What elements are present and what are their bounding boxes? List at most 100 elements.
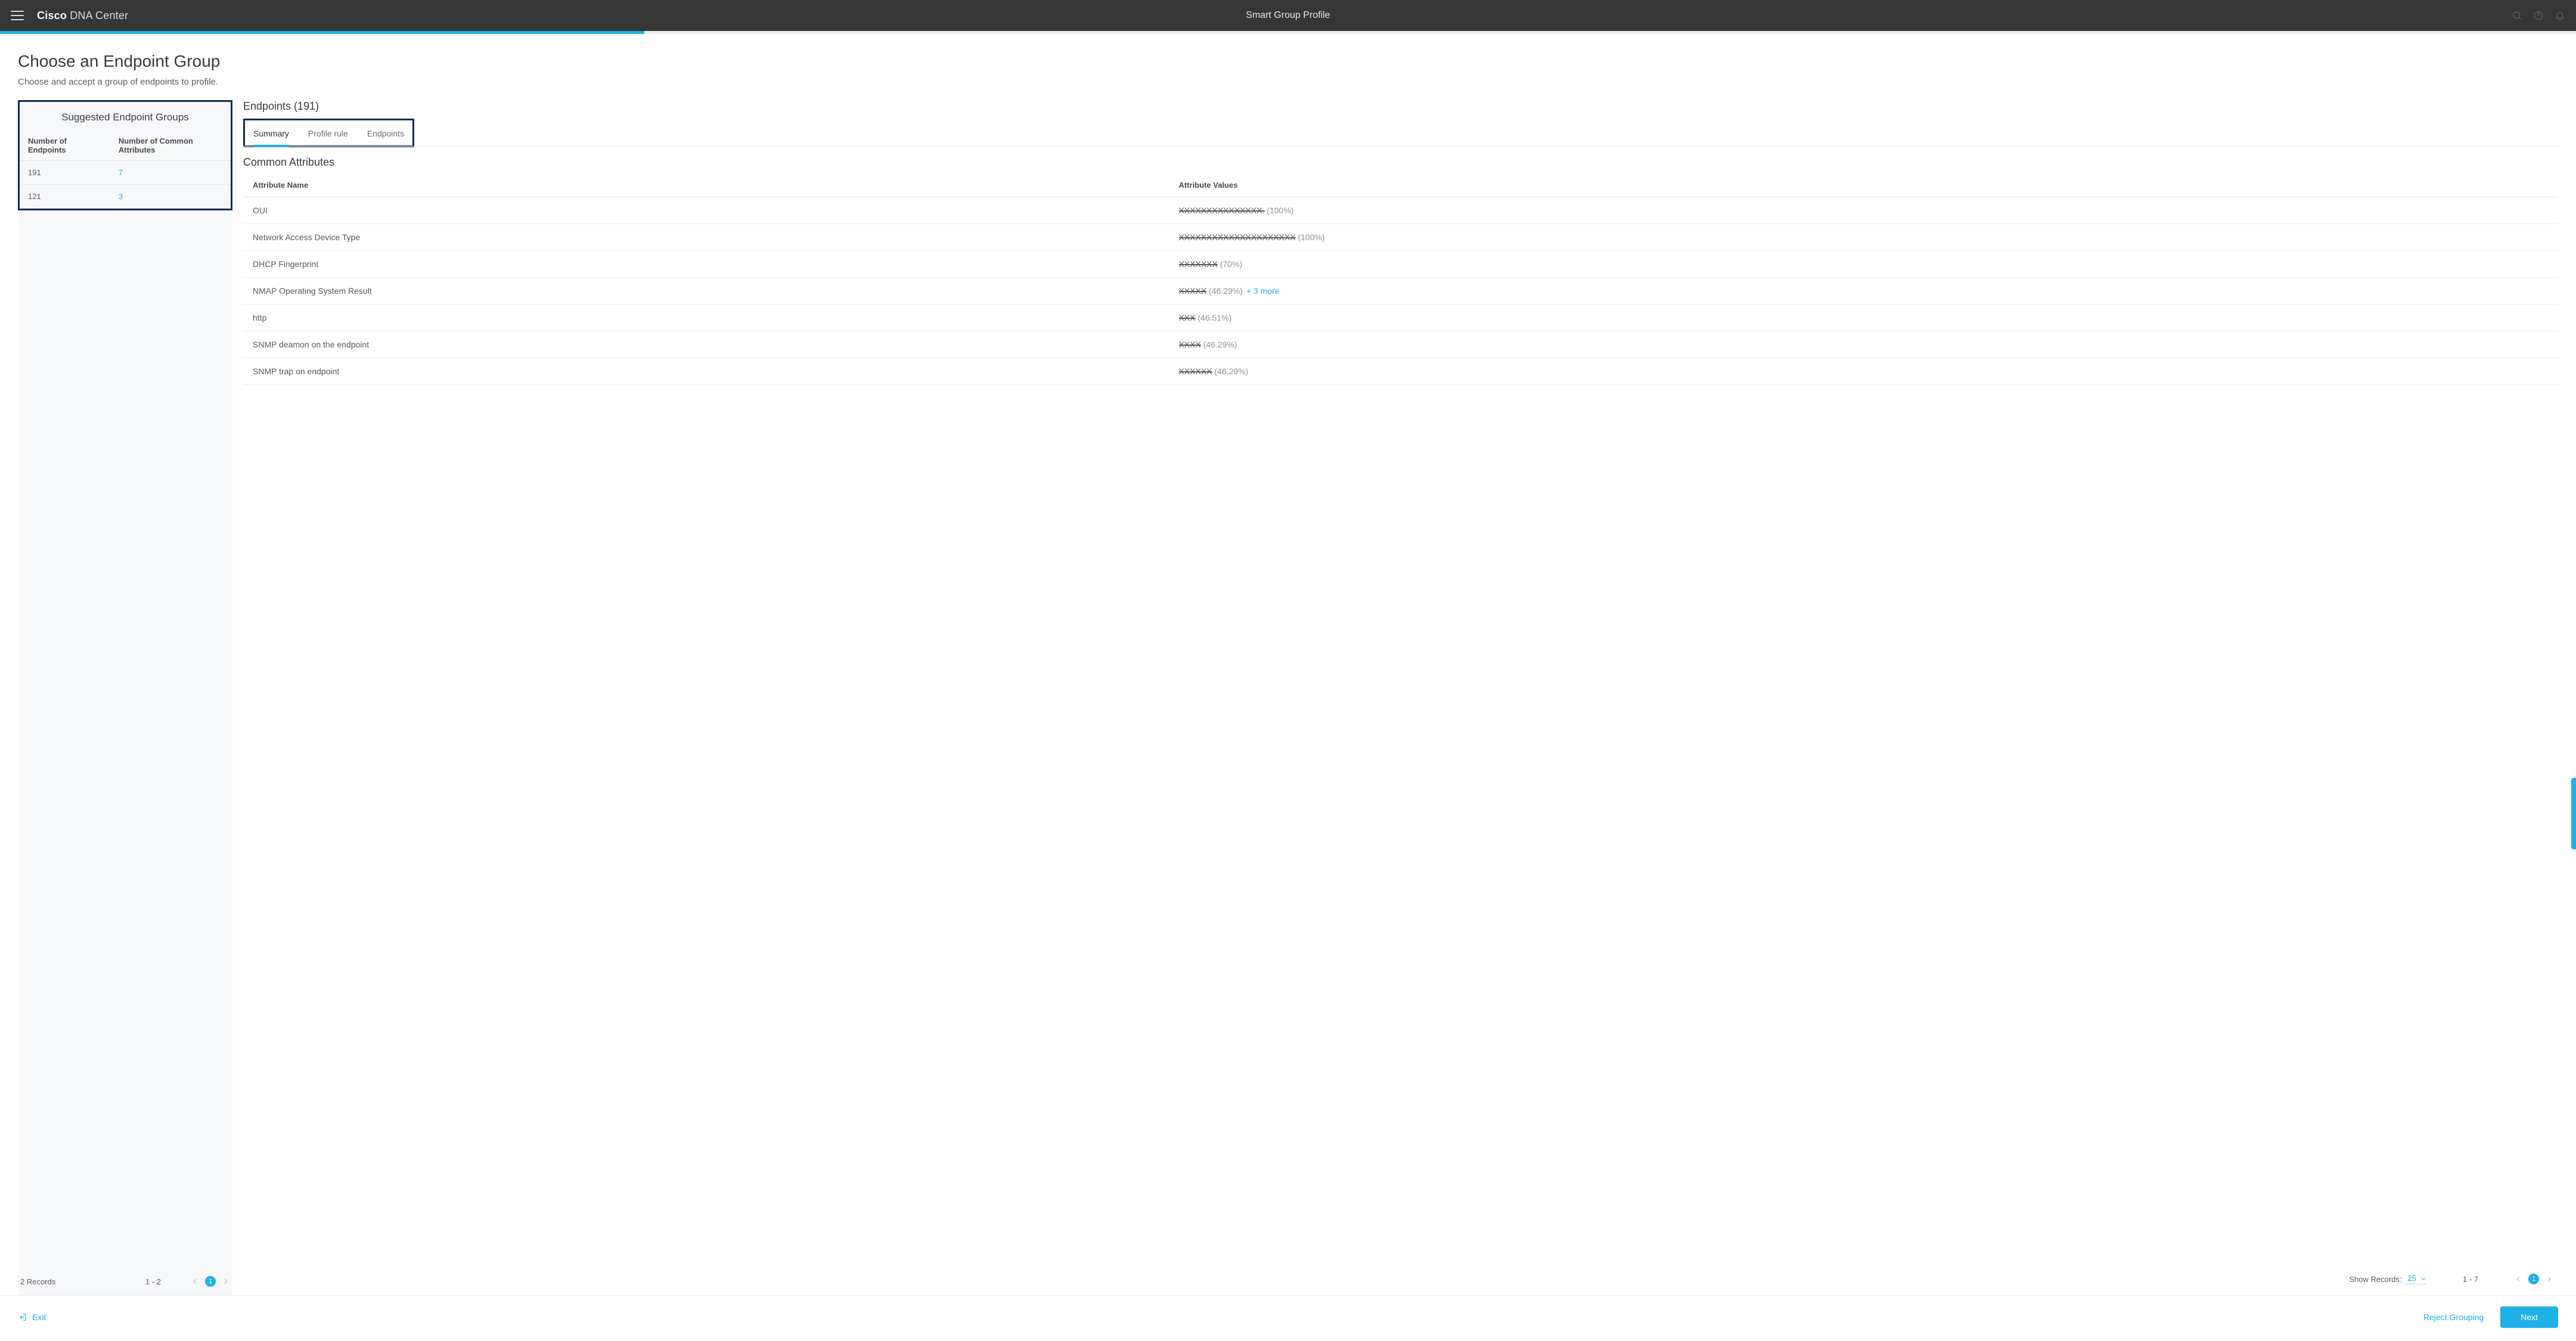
chevron-left-icon[interactable] bbox=[191, 1277, 199, 1286]
table-row: SNMP trap on endpointXXXXXX (46.29%) bbox=[243, 358, 2558, 385]
exit-icon bbox=[18, 1312, 27, 1322]
page-number-current[interactable]: 1 bbox=[205, 1276, 216, 1287]
attr-name: http bbox=[243, 305, 1169, 331]
redacted-value: XXXXX bbox=[1179, 286, 1207, 296]
table-row[interactable]: 191 7 bbox=[20, 161, 231, 185]
page-context-title: Smart Group Profile bbox=[0, 10, 2576, 21]
tab-profile-rule[interactable]: Profile rule bbox=[308, 120, 348, 145]
common-attributes-heading: Common Attributes bbox=[243, 156, 2558, 169]
col-common-attrs: Number of Common Attributes bbox=[110, 131, 231, 161]
chevron-right-icon[interactable] bbox=[2545, 1275, 2553, 1283]
tab-summary[interactable]: Summary bbox=[253, 120, 289, 145]
attr-name: NMAP Operating System Result bbox=[243, 278, 1169, 305]
page-title: Choose an Endpoint Group bbox=[18, 52, 2558, 71]
endpoints-panel: Endpoints (191) Summary Profile rule End… bbox=[243, 100, 2558, 1295]
tabs: Summary Profile rule Endpoints bbox=[253, 120, 404, 145]
page-body: Choose an Endpoint Group Choose and acce… bbox=[0, 34, 2576, 1295]
redacted-value: XXXXXXXXXXXXXXX. bbox=[1179, 206, 1265, 215]
progress-track bbox=[0, 31, 2576, 34]
records-range: 1 - 7 bbox=[2463, 1275, 2478, 1284]
search-icon[interactable] bbox=[2512, 10, 2522, 21]
columns: Suggested Endpoint Groups Number of Endp… bbox=[18, 100, 2558, 1295]
attr-value: XXX (46.51%) bbox=[1169, 305, 2558, 331]
topbar-icons bbox=[2512, 10, 2565, 21]
suggested-groups-box: Suggested Endpoint Groups Number of Endp… bbox=[18, 100, 232, 210]
table-row: SNMP deamon on the endpointXXXX (46.29%) bbox=[243, 331, 2558, 358]
col-attr-values: Attribute Values bbox=[1169, 173, 2558, 197]
page-number-current[interactable]: 1 bbox=[2528, 1274, 2539, 1284]
col-endpoints: Number of Endpoints bbox=[20, 131, 110, 161]
attr-name: DHCP Fingerprint bbox=[243, 251, 1169, 278]
common-attributes-table: Attribute Name Attribute Values OUIXXXXX… bbox=[243, 173, 2558, 385]
progress-fill bbox=[0, 31, 644, 34]
bottom-bar: Exit Reject Grouping Next bbox=[0, 1295, 2576, 1341]
table-row: httpXXX (46.51%) bbox=[243, 305, 2558, 331]
attr-name: SNMP trap on endpoint bbox=[243, 358, 1169, 385]
redacted-value: XXX bbox=[1179, 313, 1196, 322]
attr-value: XXXXXXX (70%) bbox=[1169, 251, 2558, 278]
percentage: (70%) bbox=[1218, 259, 1242, 269]
attr-value: XXXXX (46.29%)+ 3 more bbox=[1169, 278, 2558, 305]
percentage: (100%) bbox=[1265, 206, 1294, 215]
chevron-left-icon[interactable] bbox=[2514, 1275, 2522, 1283]
cell-attrs-link[interactable]: 7 bbox=[110, 161, 231, 185]
cell-endpoints: 191 bbox=[20, 161, 110, 185]
brand: Cisco DNA Center bbox=[37, 10, 128, 22]
attr-value: XXXX (46.29%) bbox=[1169, 331, 2558, 358]
tabs-divider bbox=[243, 146, 2558, 147]
percentage: (100%) bbox=[1296, 232, 1325, 242]
percentage: (46.29%) bbox=[1212, 367, 1249, 376]
side-drawer-handle[interactable] bbox=[2571, 778, 2576, 849]
suggested-groups-panel: Suggested Endpoint Groups Number of Endp… bbox=[18, 100, 232, 1295]
top-bar: Cisco DNA Center Smart Group Profile bbox=[0, 0, 2576, 31]
table-row[interactable]: 121 3 bbox=[20, 185, 231, 209]
redacted-value: XXXXXXXXXXXXXXXXXXXXX bbox=[1179, 232, 1296, 242]
attr-value: XXXXXX (46.29%) bbox=[1169, 358, 2558, 385]
attr-name: SNMP deamon on the endpoint bbox=[243, 331, 1169, 358]
col-attr-name: Attribute Name bbox=[243, 173, 1169, 197]
table-row: Network Access Device TypeXXXXXXXXXXXXXX… bbox=[243, 224, 2558, 251]
chevron-right-icon[interactable] bbox=[222, 1277, 230, 1286]
redacted-value: XXXXXX bbox=[1179, 367, 1212, 376]
attr-name: OUI bbox=[243, 197, 1169, 224]
endpoints-title: Endpoints (191) bbox=[243, 100, 2558, 119]
show-records: Show Records: 25 bbox=[2349, 1274, 2427, 1284]
brand-light: DNA Center bbox=[70, 10, 128, 21]
chevron-down-icon bbox=[2420, 1275, 2427, 1283]
attr-value: XXXXXXXXXXXXXXXXXXXXX (100%) bbox=[1169, 224, 2558, 251]
percentage: (46.29%) bbox=[1206, 286, 1243, 296]
table-row: NMAP Operating System ResultXXXXX (46.29… bbox=[243, 278, 2558, 305]
records-range: 1 - 2 bbox=[145, 1277, 161, 1286]
suggested-groups-title: Suggested Endpoint Groups bbox=[20, 102, 231, 131]
attr-name: Network Access Device Type bbox=[243, 224, 1169, 251]
left-spacer bbox=[18, 210, 232, 1268]
suggested-groups-table: Number of Endpoints Number of Common Att… bbox=[20, 131, 231, 209]
redacted-value: XXXXXXX bbox=[1179, 259, 1218, 269]
reject-grouping-button[interactable]: Reject Grouping bbox=[2423, 1312, 2484, 1322]
tab-endpoints[interactable]: Endpoints bbox=[367, 120, 404, 145]
table-row: OUIXXXXXXXXXXXXXXX. (100%) bbox=[243, 197, 2558, 224]
show-records-label: Show Records: bbox=[2349, 1275, 2401, 1284]
percentage: (46.29%) bbox=[1201, 340, 1237, 349]
tabs-highlight-box: Summary Profile rule Endpoints bbox=[243, 119, 414, 147]
page-subtitle: Choose and accept a group of endpoints t… bbox=[18, 77, 2558, 87]
exit-button[interactable]: Exit bbox=[18, 1312, 46, 1322]
show-records-select[interactable]: 25 bbox=[2406, 1274, 2427, 1284]
brand-bold: Cisco bbox=[37, 10, 67, 21]
help-icon[interactable] bbox=[2533, 10, 2544, 21]
attr-value: XXXXXXXXXXXXXXX. (100%) bbox=[1169, 197, 2558, 224]
table-row: DHCP FingerprintXXXXXXX (70%) bbox=[243, 251, 2558, 278]
bell-icon[interactable] bbox=[2555, 10, 2565, 21]
next-button[interactable]: Next bbox=[2500, 1306, 2558, 1328]
cell-endpoints: 121 bbox=[20, 185, 110, 209]
redacted-value: XXXX bbox=[1179, 340, 1201, 349]
percentage: (46.51%) bbox=[1196, 313, 1232, 322]
more-link[interactable]: + 3 more bbox=[1246, 286, 1280, 296]
show-records-value: 25 bbox=[2408, 1274, 2416, 1283]
exit-label: Exit bbox=[32, 1312, 46, 1322]
cell-attrs-link[interactable]: 3 bbox=[110, 185, 231, 209]
hamburger-icon[interactable] bbox=[11, 11, 24, 20]
records-count: 2 Records bbox=[20, 1277, 55, 1286]
right-pagination: Show Records: 25 1 - 7 1 bbox=[243, 1261, 2558, 1295]
left-pagination: 2 Records 1 - 2 1 bbox=[18, 1268, 232, 1295]
